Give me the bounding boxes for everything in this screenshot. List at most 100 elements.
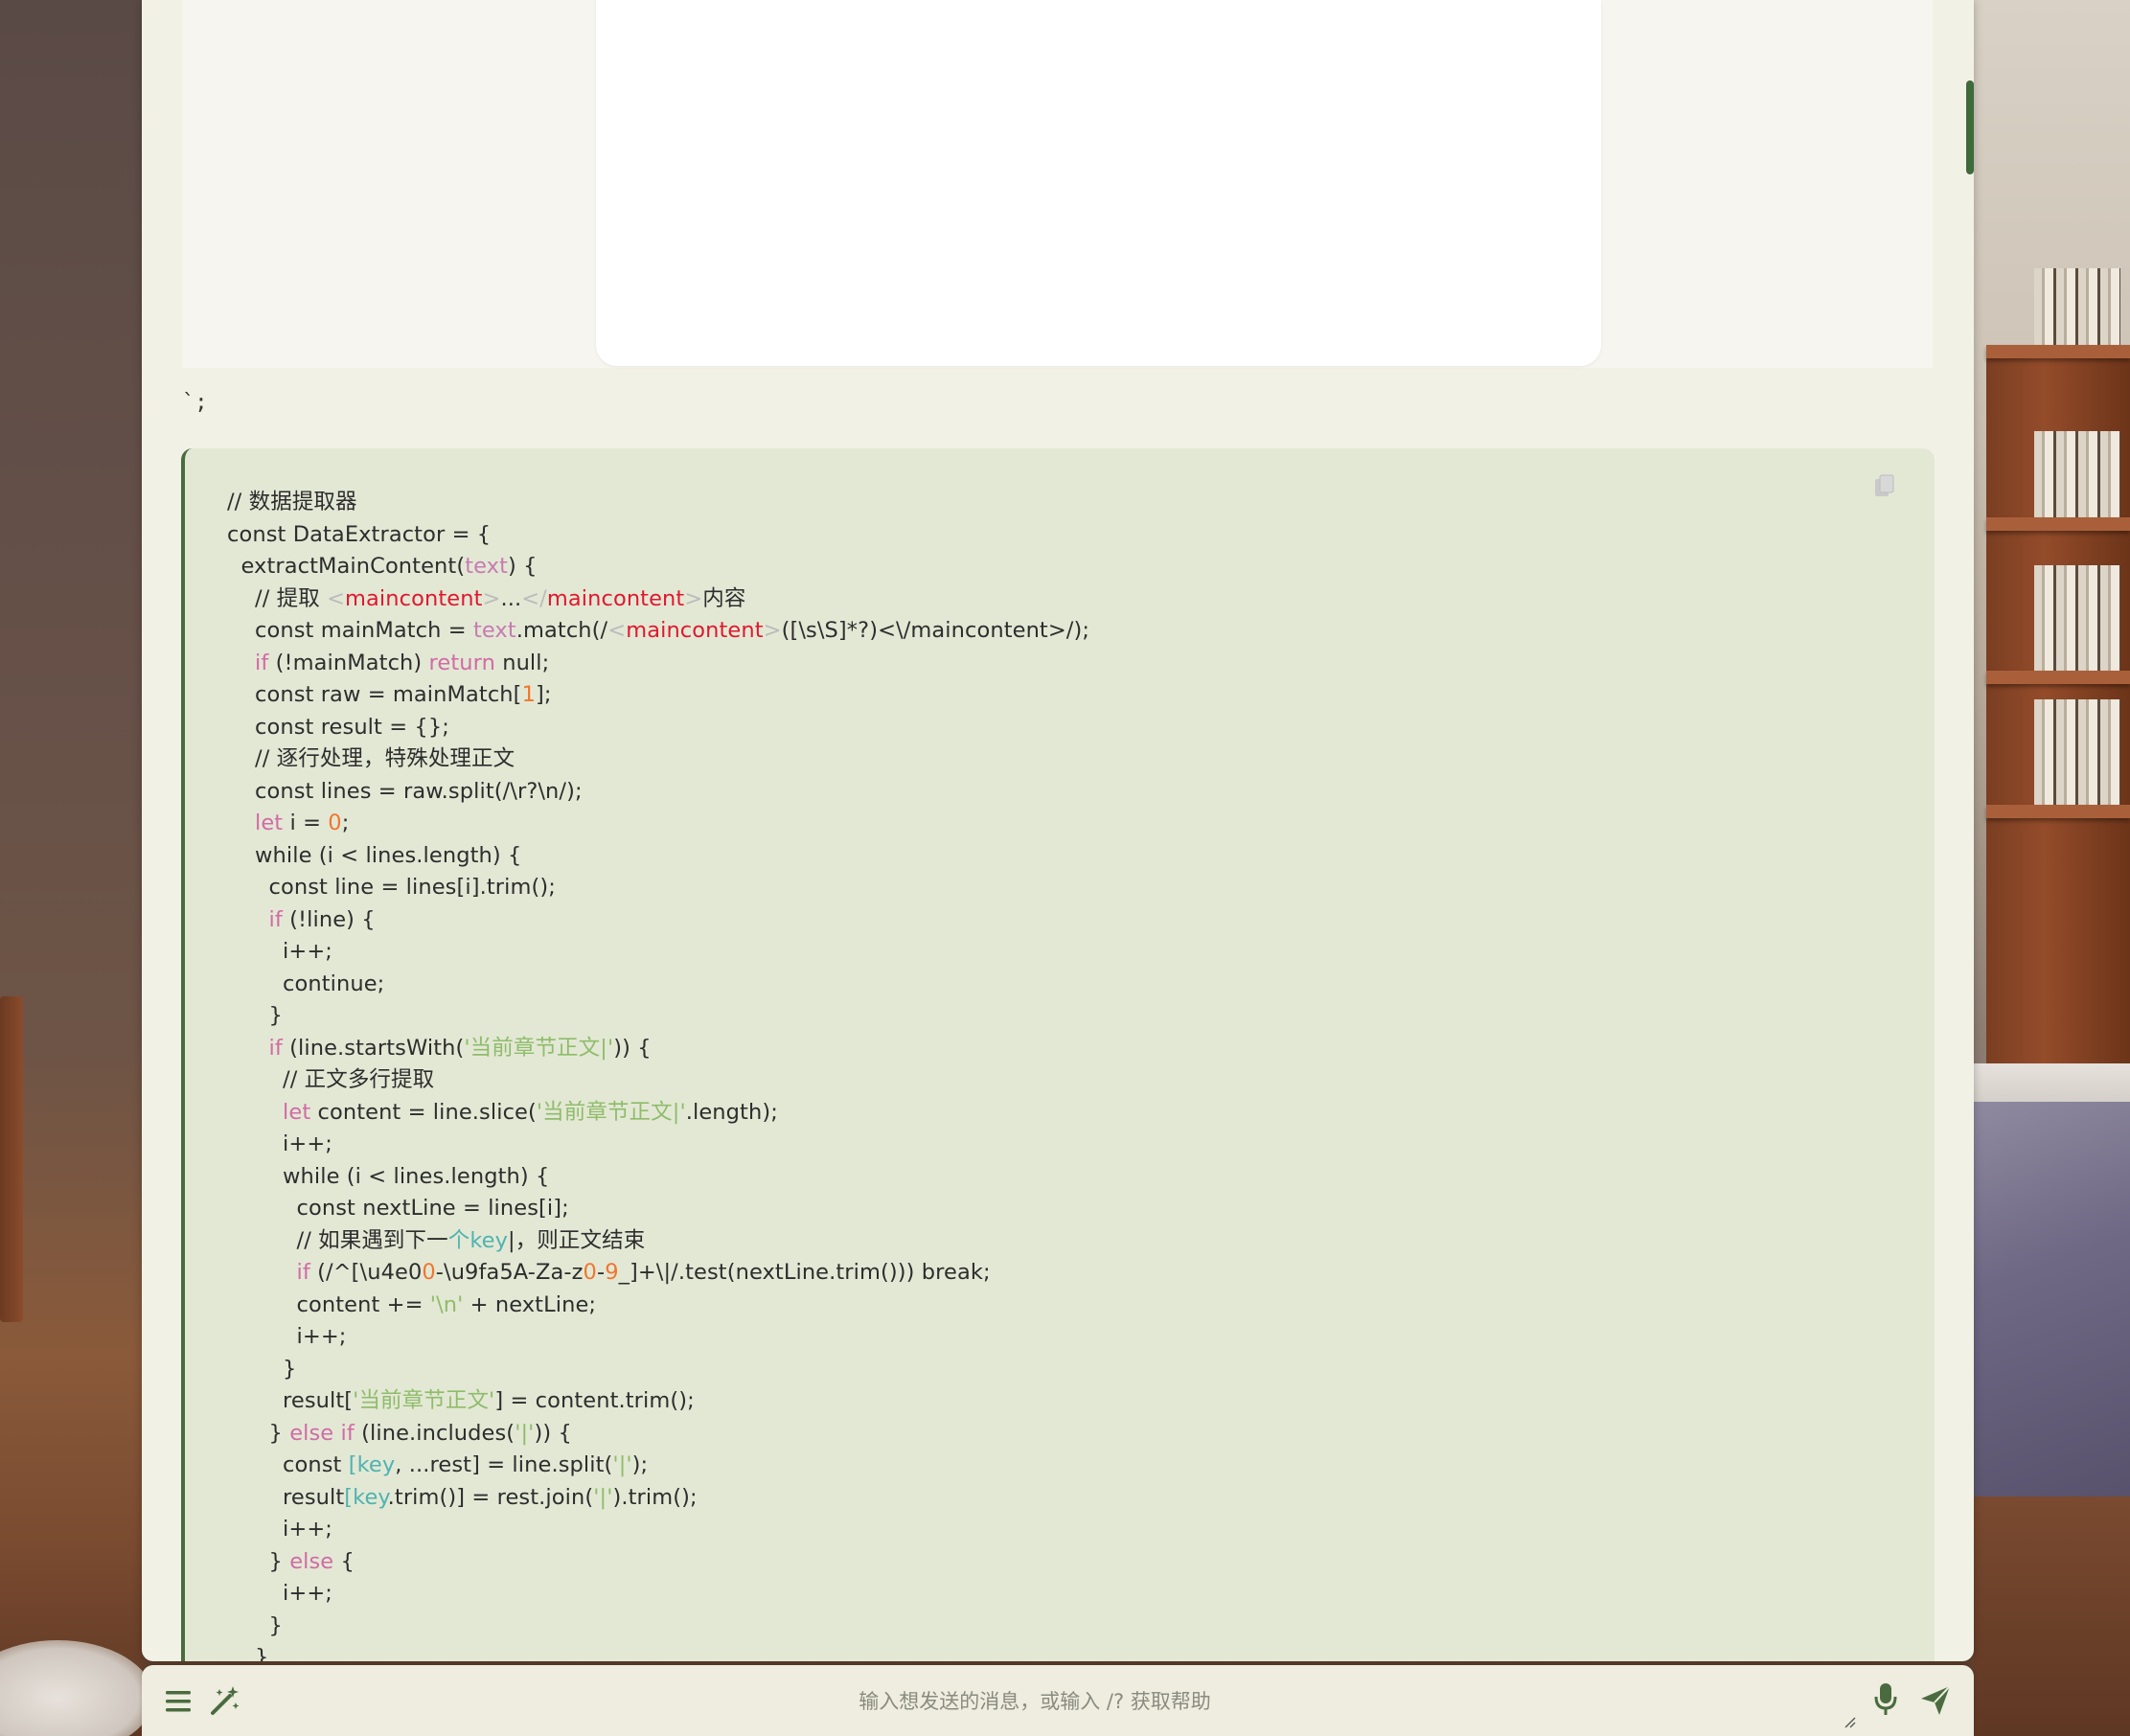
- send-icon[interactable]: [1919, 1684, 1952, 1717]
- code-token: }: [227, 1645, 269, 1661]
- code-line: }: [227, 1610, 1089, 1643]
- code-token: else: [289, 1548, 334, 1574]
- code-token: )) {: [613, 1035, 652, 1061]
- code-content: // 数据提取器 const DataExtractor = { extractM…: [227, 487, 1089, 1661]
- code-token: '|': [612, 1452, 632, 1477]
- code-token: ] = content.trim();: [494, 1388, 695, 1413]
- code-token: '当前章节正文': [353, 1388, 495, 1413]
- code-line: const line = lines[i].trim();: [227, 872, 1089, 904]
- background-shelf: [1986, 345, 2130, 358]
- code-token: if: [255, 650, 269, 675]
- code-token: 0: [422, 1260, 436, 1285]
- code-token: content +=: [227, 1291, 430, 1317]
- code-token: content = line.slice(: [310, 1099, 537, 1125]
- code-token: // 正文多行提取: [227, 1067, 435, 1092]
- code-token: if: [268, 1035, 283, 1061]
- code-line: const result = {};: [227, 712, 1089, 744]
- code-token: // 数据提取器: [227, 490, 357, 514]
- code-token: >: [763, 618, 782, 643]
- background-floor: [1974, 1496, 2130, 1736]
- code-line: i++;: [227, 1578, 1089, 1610]
- code-line: result[key.trim()] = rest.join('|').trim…: [227, 1482, 1089, 1515]
- code-line: i++;: [227, 1321, 1089, 1354]
- code-token: _]+\|/.test(nextLine.trim())) break;: [618, 1260, 991, 1285]
- code-line: // 正文多行提取: [227, 1064, 1089, 1097]
- code-token: return: [428, 650, 495, 675]
- code-token: '|': [593, 1484, 613, 1510]
- code-line: let content = line.slice('当前章节正文|'.lengt…: [227, 1097, 1089, 1130]
- background-books: [2034, 268, 2120, 345]
- code-token: >: [482, 585, 501, 611]
- code-token: 0: [328, 811, 342, 835]
- microphone-icon[interactable]: [1874, 1682, 1897, 1717]
- code-token: -: [596, 1260, 606, 1285]
- code-line: while (i < lines.length) {: [227, 840, 1089, 873]
- code-token: let: [255, 811, 284, 835]
- code-token: .match(/: [515, 618, 608, 643]
- message-text: `;: [182, 391, 208, 415]
- code-token: if: [296, 1260, 310, 1285]
- code-token: }: [227, 1420, 290, 1446]
- code-token: const lines = raw.split(/\r?\n/);: [227, 778, 583, 804]
- code-token: }: [227, 1548, 290, 1574]
- magic-wand-icon[interactable]: [209, 1684, 241, 1717]
- copy-icon[interactable]: [1873, 473, 1896, 500]
- code-token: }: [227, 1356, 297, 1382]
- code-token: }: [227, 1003, 283, 1028]
- code-token: );: [631, 1452, 649, 1477]
- code-token: null;: [494, 650, 550, 675]
- code-token: if: [268, 906, 283, 932]
- code-token: </: [521, 585, 547, 611]
- code-line: i++;: [227, 1514, 1089, 1546]
- code-token: ([\s\S]*?)<\/maincontent>/);: [781, 618, 1090, 643]
- background-books: [2034, 431, 2120, 517]
- background-books: [2034, 565, 2120, 671]
- code-line: } else if (line.includes('|')) {: [227, 1418, 1089, 1450]
- code-token: i++;: [227, 939, 332, 964]
- code-line: if (/^[\u4e00-\u9fa5A-Za-z0-9_]+\|/.test…: [227, 1257, 1089, 1290]
- code-token: {: [333, 1548, 355, 1574]
- background-chair: [0, 996, 23, 1322]
- code-token: ) {: [508, 554, 538, 579]
- code-token: 1: [521, 682, 536, 707]
- code-token: .trim()] = rest.join(: [387, 1484, 594, 1510]
- hamburger-menu-icon[interactable]: [165, 1689, 192, 1714]
- message-input[interactable]: [266, 1677, 1803, 1726]
- code-token: (!line) {: [282, 906, 376, 932]
- scrollbar-thumb[interactable]: [1966, 80, 1974, 174]
- background-left: [0, 0, 153, 1736]
- code-token: [key: [348, 1452, 396, 1477]
- code-line: } else {: [227, 1546, 1089, 1579]
- code-token: text: [472, 618, 516, 643]
- background-shelf: [1986, 517, 2130, 531]
- code-token: '当前章节正文|': [536, 1099, 686, 1125]
- code-line: while (i < lines.length) {: [227, 1161, 1089, 1194]
- code-token: [key: [344, 1484, 388, 1510]
- code-token: (!mainMatch): [268, 650, 429, 675]
- code-token: text: [465, 554, 509, 579]
- background-shelf: [1986, 671, 2130, 684]
- code-token: ;: [341, 811, 350, 835]
- code-line: continue;: [227, 969, 1089, 1001]
- resize-handle-icon[interactable]: [1844, 1717, 1856, 1728]
- code-token: }: [227, 1612, 283, 1638]
- code-line: const DataExtractor = {: [227, 519, 1089, 552]
- code-token: i++;: [227, 1581, 332, 1606]
- code-token: '当前章节正文|': [464, 1035, 614, 1061]
- code-token: )) {: [534, 1420, 572, 1446]
- code-token: ).trim();: [612, 1484, 698, 1510]
- code-token: .length);: [685, 1099, 778, 1125]
- code-token: <: [327, 585, 346, 611]
- code-block: // 数据提取器 const DataExtractor = { extractM…: [181, 448, 1935, 1661]
- code-token: (/^[\u4e0: [309, 1260, 423, 1285]
- code-line: if (!mainMatch) return null;: [227, 648, 1089, 680]
- background-bed: [1974, 1102, 2130, 1504]
- code-token: const result = {};: [227, 714, 449, 740]
- code-token: while (i < lines.length) {: [227, 1163, 550, 1189]
- code-line: if (!line) {: [227, 904, 1089, 937]
- code-token: maincontent: [626, 618, 764, 643]
